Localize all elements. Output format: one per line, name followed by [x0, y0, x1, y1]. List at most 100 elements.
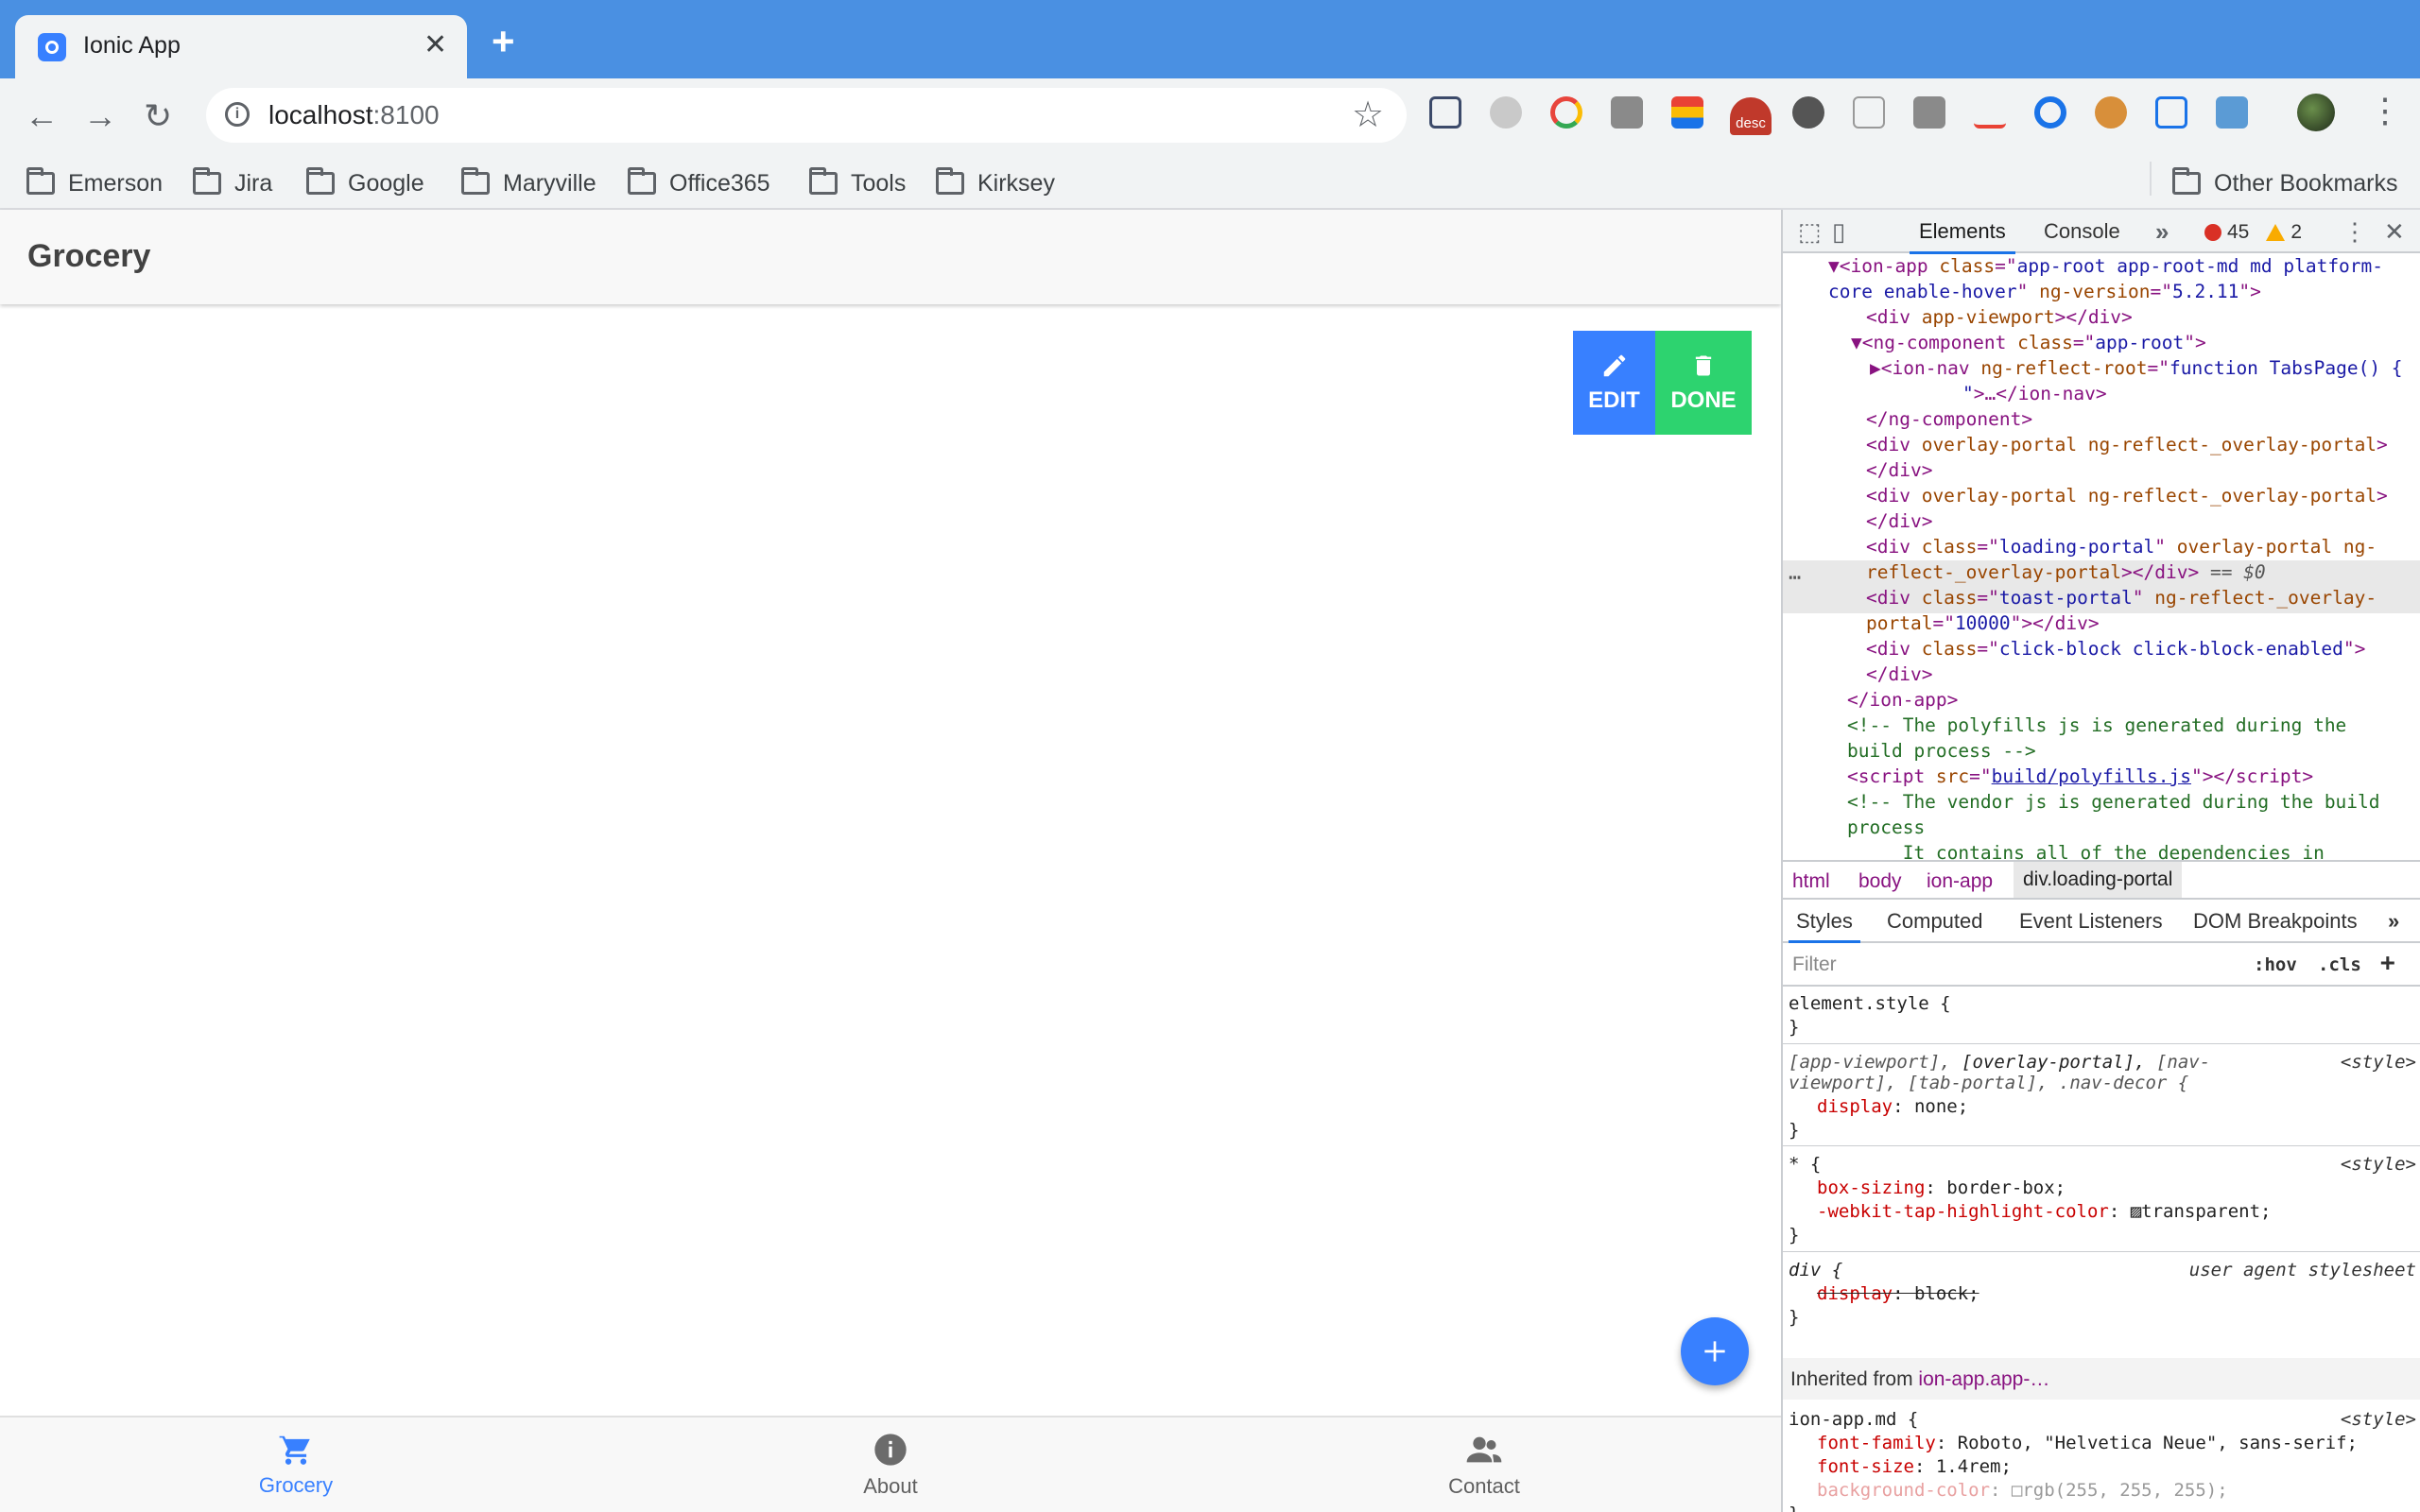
breadcrumb-item-selected[interactable]: div.loading-portal	[2014, 862, 2183, 898]
contacts-icon	[1466, 1436, 1502, 1463]
new-rule-icon[interactable]: +	[2380, 949, 2395, 977]
extension-cast-icon[interactable]	[2216, 96, 2248, 129]
tab-label: Contact	[1448, 1474, 1520, 1498]
new-tab-icon[interactable]: +	[492, 22, 515, 61]
extension-screen-icon[interactable]	[2155, 96, 2187, 129]
address-bar[interactable]: i localhost:8100 ☆	[206, 88, 1407, 143]
other-bookmarks[interactable]: Other Bookmarks	[2172, 164, 2398, 202]
extension-chart-icon[interactable]	[1974, 96, 2006, 129]
breadcrumb: html body ion-app div.loading-portal	[1783, 860, 2420, 900]
url-text[interactable]: localhost:8100	[268, 100, 440, 130]
folder-icon	[306, 167, 335, 195]
folder-icon	[193, 167, 221, 195]
forward-arrow-icon[interactable]: →	[83, 95, 117, 137]
close-tab-icon[interactable]: ✕	[424, 28, 447, 62]
app-header: Grocery	[0, 210, 1781, 304]
breadcrumb-item[interactable]: html	[1792, 870, 1830, 893]
camera-icon[interactable]	[1611, 96, 1643, 129]
tab-styles[interactable]: Styles	[1789, 909, 1860, 943]
app-viewport: Grocery EDIT DONE Grocery About Contact	[0, 210, 1781, 1512]
inspect-element-icon[interactable]: ⬚	[1798, 219, 1822, 244]
bookmark-folder[interactable]: Tools	[809, 164, 906, 202]
info-circle-icon	[874, 1434, 907, 1466]
page-title: Grocery	[27, 238, 151, 274]
bookmark-folder[interactable]: Office365	[628, 164, 770, 202]
styles-filter-row: Filter :hov .cls +	[1783, 943, 2420, 987]
device-toolbar-icon[interactable]: ▯	[1832, 219, 1845, 244]
chrome-menu-icon[interactable]: ⋮	[2368, 92, 2402, 129]
tab-label: Grocery	[258, 1473, 334, 1497]
browser-toolbar: ← → ↻ i localhost:8100 ☆ desc ⋮ Emerson …	[0, 78, 2420, 225]
profile-avatar[interactable]	[2297, 94, 2335, 131]
close-devtools-icon[interactable]: ✕	[2384, 219, 2405, 244]
cls-toggle[interactable]: .cls	[2318, 954, 2361, 975]
folder-icon	[628, 167, 656, 195]
node-actions-icon[interactable]: ⋯	[1789, 565, 1801, 591]
folder-icon	[936, 167, 964, 195]
folder-icon	[2172, 167, 2201, 195]
folder-icon	[461, 167, 490, 195]
edit-button[interactable]: EDIT	[1573, 331, 1655, 435]
tab-elements[interactable]: Elements	[1910, 219, 2015, 254]
styles-filter-input[interactable]: Filter	[1789, 949, 2242, 981]
plus-icon	[1704, 1341, 1725, 1362]
tab-event-listeners[interactable]: Event Listeners	[2019, 909, 2163, 934]
extension-blank-icon[interactable]	[1853, 96, 1885, 129]
cart-icon	[279, 1435, 310, 1465]
tab-label: About	[863, 1474, 918, 1498]
bookmark-star-icon[interactable]: ☆	[1352, 94, 1384, 136]
extension-lighthouse-icon[interactable]	[1671, 96, 1703, 129]
tab-console[interactable]: Console	[2044, 219, 2120, 244]
tab-bar: Grocery About Contact	[0, 1416, 1781, 1512]
more-tabs-icon[interactable]: »	[2155, 219, 2169, 244]
elements-dom-tree[interactable]: ⋯ ▼<ion-app class="app-root app-root-md …	[1783, 253, 2420, 860]
pencil-icon	[1603, 354, 1625, 377]
styles-pane[interactable]: element.style { } [app-viewport], [overl…	[1783, 987, 2420, 1512]
devtools-menu-icon[interactable]: ⋮	[2342, 219, 2367, 244]
cookie-icon[interactable]	[2095, 96, 2127, 129]
tab-dom-breakpoints[interactable]: DOM Breakpoints	[2193, 909, 2358, 934]
code-icon[interactable]	[1913, 96, 1945, 129]
ionic-favicon-icon	[38, 33, 66, 61]
devtools-panel: ⬚ ▯ Elements Console » 45 2 ⋮ ✕ ⋯ ▼<ion-…	[1781, 210, 2420, 1512]
reload-icon[interactable]: ↻	[144, 95, 172, 137]
more-subtabs-icon[interactable]: »	[2388, 909, 2399, 934]
browser-tab[interactable]: Ionic App ✕	[15, 15, 467, 78]
extension-n-icon[interactable]	[1429, 96, 1461, 129]
tab-contact[interactable]: Contact	[1342, 1418, 1626, 1512]
inherited-from-row: Inherited from ion-app.app-…	[1783, 1358, 2420, 1400]
tab-about[interactable]: About	[749, 1418, 1032, 1512]
bookmark-folder[interactable]: Maryville	[461, 164, 596, 202]
extension-ring-icon[interactable]	[2034, 96, 2066, 129]
folder-icon	[26, 167, 55, 195]
extension-c-icon[interactable]	[1550, 96, 1582, 129]
bookmark-folder[interactable]: Kirksey	[936, 164, 1055, 202]
done-label: DONE	[1670, 387, 1737, 413]
breadcrumb-item[interactable]: ion-app	[1927, 870, 1993, 893]
breadcrumb-item[interactable]: body	[1858, 870, 1902, 893]
tab-grocery[interactable]: Grocery	[154, 1418, 438, 1512]
back-arrow-icon[interactable]: ←	[25, 95, 59, 137]
folder-icon	[809, 167, 838, 195]
issues-counter[interactable]: 45 2	[2204, 221, 2302, 244]
bookmark-folder[interactable]: Jira	[193, 164, 272, 202]
trash-icon	[1695, 355, 1712, 376]
warning-icon	[2266, 224, 2286, 241]
hov-toggle[interactable]: :hov	[2254, 954, 2297, 975]
bookmark-folder[interactable]: Google	[306, 164, 424, 202]
done-button[interactable]: DONE	[1655, 331, 1752, 435]
item-sliding-options: EDIT DONE	[1573, 331, 1752, 435]
styles-subtabs: Styles Computed Event Listeners DOM Brea…	[1783, 900, 2420, 943]
info-icon[interactable]: i	[225, 102, 250, 127]
tab-computed[interactable]: Computed	[1887, 909, 1983, 934]
extension-orb-icon[interactable]	[1792, 96, 1824, 129]
browser-tabstrip: Ionic App ✕ +	[0, 0, 2420, 78]
devtools-toolbar: ⬚ ▯ Elements Console » 45 2 ⋮ ✕	[1783, 210, 2420, 254]
add-item-fab[interactable]	[1681, 1317, 1749, 1385]
tab-title: Ionic App	[83, 32, 181, 59]
bookmark-folder[interactable]: Emerson	[26, 164, 163, 202]
extension-globe-icon[interactable]	[1490, 96, 1522, 129]
error-icon	[2204, 224, 2221, 241]
bookmarks-divider	[2150, 162, 2152, 196]
extension-desc-icon[interactable]: desc	[1730, 97, 1772, 135]
